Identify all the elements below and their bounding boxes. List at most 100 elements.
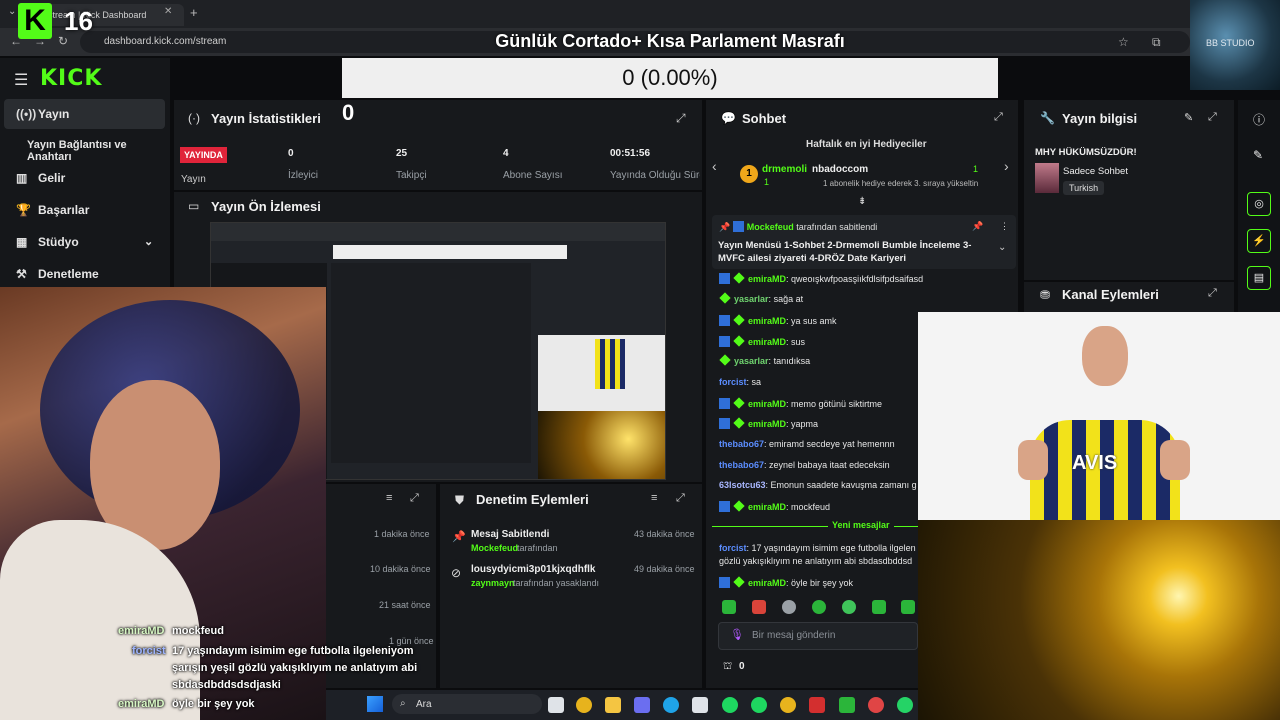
sidebar-item-studyo[interactable]: ▦ Stüdyo ⌄	[4, 227, 165, 257]
sidebar-item-denetleme[interactable]: ⚒ Denetleme	[4, 259, 165, 287]
sidebar-item-basarilar[interactable]: 🏆 Başarılar	[4, 195, 165, 225]
sidebar-item-stream-key[interactable]: Yayın Bağlantısı ve Anahtarı	[4, 131, 165, 163]
stat-subs-label: Abone Sayısı	[503, 170, 563, 181]
chat-username[interactable]: forcist	[719, 377, 747, 387]
emote-icon[interactable]	[872, 600, 886, 614]
pencil-icon[interactable]: ✎	[1253, 148, 1263, 162]
stat-viewers-label: İzleyici	[288, 170, 319, 181]
star-icon[interactable]: ☆	[1118, 35, 1129, 49]
mod-action-time: 43 dakika önce	[634, 529, 695, 539]
tab-list-icon[interactable]: ⌄	[8, 6, 16, 17]
webcam-room	[918, 520, 1280, 720]
chat-text: ya sus amk	[791, 316, 837, 326]
emote-icon[interactable]	[752, 600, 766, 614]
chevron-down-icon[interactable]: ⌄	[998, 242, 1006, 253]
overlay-chat-user: forcist	[132, 645, 166, 657]
chat-username[interactable]: emiraMD	[748, 274, 786, 284]
chat-message: emiraMD: memo götünü siktirtme	[719, 397, 882, 409]
chat-username[interactable]: forcist	[719, 543, 747, 553]
rank-badge-icon: 1	[740, 165, 758, 183]
spotify-icon[interactable]	[751, 697, 767, 713]
gifter-name[interactable]: nbadoccom	[812, 164, 868, 175]
activity-time: 21 saat önce	[379, 600, 431, 610]
spotify-icon[interactable]	[722, 697, 738, 713]
mod-action-time: 49 dakika önce	[634, 564, 695, 574]
player-head-shape	[1082, 326, 1128, 386]
chat-message: thebabo67: emiramd secdeye yat hemennn	[719, 439, 895, 449]
sidebar-item-label: Başarılar	[38, 203, 90, 217]
pinned-user[interactable]: Mockefeud	[747, 222, 794, 232]
chrome-icon[interactable]	[576, 697, 592, 713]
bolt-icon[interactable]: ⚡	[1247, 229, 1271, 253]
taskbar-search[interactable]	[392, 694, 542, 714]
user-icon: ⛫	[723, 661, 733, 672]
chat-username[interactable]: yasarlar	[734, 356, 769, 366]
collapse-icon[interactable]: ⇟	[858, 196, 866, 207]
sidebar-item-yayin[interactable]: ((•)) Yayın	[4, 99, 165, 129]
task-view-icon[interactable]	[548, 697, 564, 713]
menu-icon[interactable]: ☰	[14, 70, 28, 90]
mod-action-user[interactable]: Mockefeud	[471, 543, 518, 553]
sidebar-item-label: Yayın Bağlantısı ve Anahtarı	[27, 139, 127, 163]
pdf-icon[interactable]	[809, 697, 825, 713]
chrome-icon[interactable]	[780, 697, 796, 713]
kick-badge-icon: K	[18, 3, 52, 39]
chat-text: sa	[751, 377, 762, 387]
mic-icon[interactable]: 🎙	[730, 628, 744, 641]
whatsapp-icon[interactable]	[897, 697, 913, 713]
pin-icon[interactable]: 📌	[972, 221, 983, 232]
kick-logo[interactable]: KICK	[40, 66, 102, 91]
gifter-name[interactable]: drmemoli	[762, 164, 807, 175]
chat-username[interactable]: thebabo67	[719, 439, 764, 449]
live-label: Yayın	[181, 174, 206, 185]
mod-action-user[interactable]: zaynmayn	[471, 578, 515, 588]
app-icon[interactable]	[634, 697, 650, 713]
edit-icon[interactable]: ✎	[1184, 111, 1193, 124]
expand-icon[interactable]: ⤢	[994, 111, 1003, 124]
chat-username[interactable]: 63lsotcu63	[719, 480, 766, 490]
store-icon[interactable]	[692, 697, 708, 713]
document-icon[interactable]: ▤	[1247, 266, 1271, 290]
chevron-left-icon[interactable]: ‹	[712, 158, 717, 174]
more-icon[interactable]: ⋮	[1000, 221, 1009, 232]
emote-icon[interactable]	[842, 600, 856, 614]
app-icon[interactable]	[868, 697, 884, 713]
camera-icon[interactable]: ◎	[1247, 192, 1271, 216]
chevron-right-icon[interactable]: ›	[1004, 158, 1009, 174]
filter-icon[interactable]: ≡	[386, 492, 392, 504]
live-badge: YAYINDA	[180, 147, 227, 163]
new-tab-icon[interactable]: +	[190, 5, 198, 20]
expand-icon[interactable]: ⤢	[676, 111, 686, 126]
chat-username[interactable]: emiraMD	[748, 419, 786, 429]
expand-icon[interactable]: ⤢	[1208, 111, 1217, 124]
chat-username[interactable]: thebabo67	[719, 460, 764, 470]
expand-icon[interactable]: ⤢	[410, 492, 419, 505]
activity-time: 1 dakika önce	[374, 529, 430, 539]
extensions-icon[interactable]: ⧉	[1152, 35, 1161, 50]
close-icon[interactable]: ✕	[164, 6, 172, 17]
windows-start-icon[interactable]	[367, 696, 383, 712]
emote-icon[interactable]	[722, 600, 736, 614]
chat-username[interactable]: emiraMD	[748, 502, 786, 512]
chat-text: mockfeud	[791, 502, 831, 512]
info-icon[interactable]: ⓘ	[1253, 111, 1265, 128]
chat-username[interactable]: emiraMD	[748, 578, 786, 588]
sidebar-item-gelir[interactable]: ▥ Gelir	[4, 163, 165, 193]
chat-username[interactable]: yasarlar	[734, 294, 769, 304]
chat-message: yasarlar: tanıdıksa	[719, 354, 810, 366]
chat-username[interactable]: emiraMD	[748, 337, 786, 347]
chat-username[interactable]: emiraMD	[748, 399, 786, 409]
emote-icon[interactable]	[901, 600, 915, 614]
filter-icon[interactable]: ≡	[651, 492, 657, 504]
emote-icon[interactable]	[782, 600, 796, 614]
app-icon[interactable]	[839, 697, 855, 713]
edge-icon[interactable]	[663, 697, 679, 713]
kick-badge-count: 16	[64, 6, 93, 36]
trophy-icon: 🏆	[16, 203, 31, 217]
stream-title: MHY HÜKÜMSÜZDÜR!	[1035, 147, 1137, 158]
chat-username[interactable]: emiraMD	[748, 316, 786, 326]
expand-icon[interactable]: ⤢	[676, 492, 685, 505]
emote-icon[interactable]	[812, 600, 826, 614]
expand-icon[interactable]: ⤢	[1208, 287, 1217, 300]
folder-icon[interactable]	[605, 697, 621, 713]
